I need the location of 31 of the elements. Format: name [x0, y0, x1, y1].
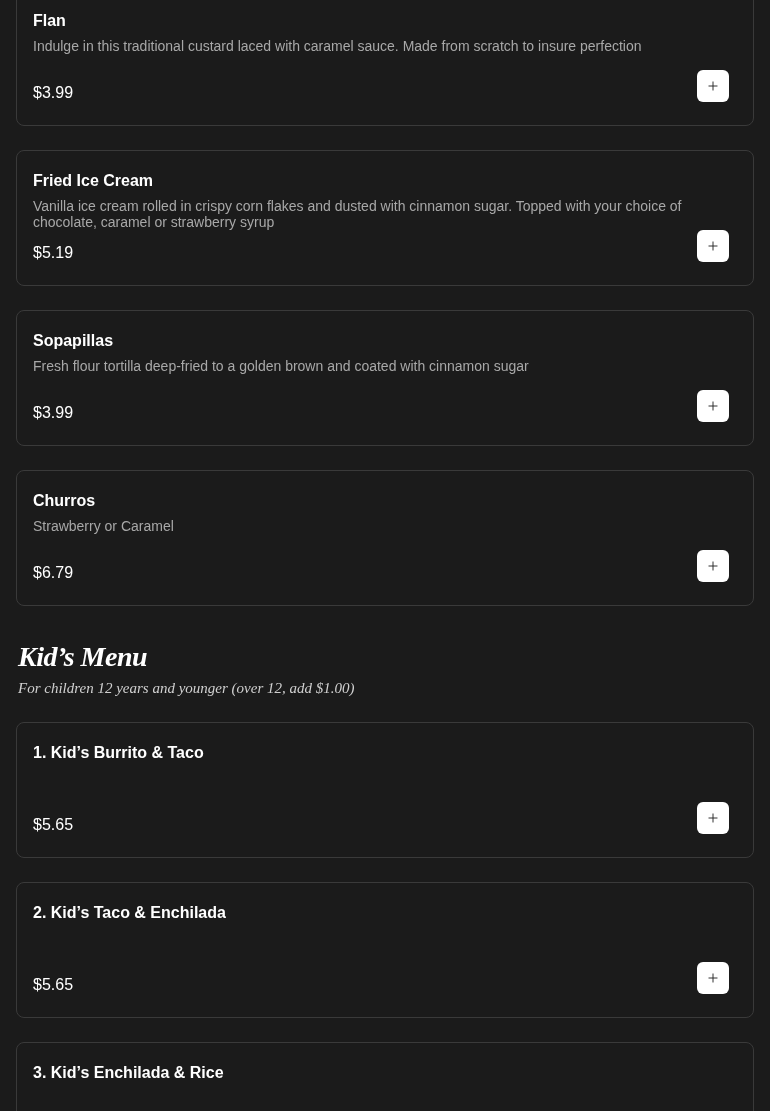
plus-icon [706, 399, 720, 413]
item-title: 1. Kid’s Burrito & Taco [33, 743, 205, 763]
item-title: Flan [33, 11, 67, 31]
item-description: Strawberry or Caramel [33, 518, 175, 534]
item-price: $5.19 [33, 243, 74, 263]
add-button[interactable] [697, 70, 729, 102]
add-button[interactable] [697, 802, 729, 834]
add-button[interactable] [697, 962, 729, 994]
item-price: $6.79 [33, 563, 74, 583]
item-price: $5.65 [33, 815, 74, 835]
plus-icon [706, 811, 720, 825]
item-title: 3. Kid’s Enchilada & Rice [33, 1063, 225, 1083]
plus-icon [706, 79, 720, 93]
item-title: Fried Ice Cream [33, 171, 155, 191]
add-button[interactable] [697, 550, 729, 582]
item-price: $3.99 [33, 403, 74, 423]
section-heading: Kid’s Menu [18, 640, 149, 674]
plus-icon [706, 971, 720, 985]
item-title: Churros [33, 491, 97, 511]
plus-icon [706, 559, 720, 573]
item-description: Vanilla ice cream rolled in crispy corn flakes and dusted with cinnamon sugar. Topped with your choice of chocolate, caramel or strawberry syrup [33, 198, 683, 230]
item-price: $5.65 [33, 975, 74, 995]
section-subtitle: For children 12 years and younger (over 12, add $1.00) [18, 679, 356, 698]
plus-icon [706, 239, 720, 253]
item-description: Indulge in this traditional custard laced with caramel sauce. Made from scratch to insure perfection [33, 38, 643, 54]
item-title: Sopapillas [33, 331, 115, 351]
add-button[interactable] [697, 390, 729, 422]
item-description: Fresh flour tortilla deep-fried to a golden brown and coated with cinnamon sugar [33, 358, 530, 374]
item-price: $3.99 [33, 83, 74, 103]
item-title: 2. Kid’s Taco & Enchilada [33, 903, 227, 923]
add-button[interactable] [697, 230, 729, 262]
